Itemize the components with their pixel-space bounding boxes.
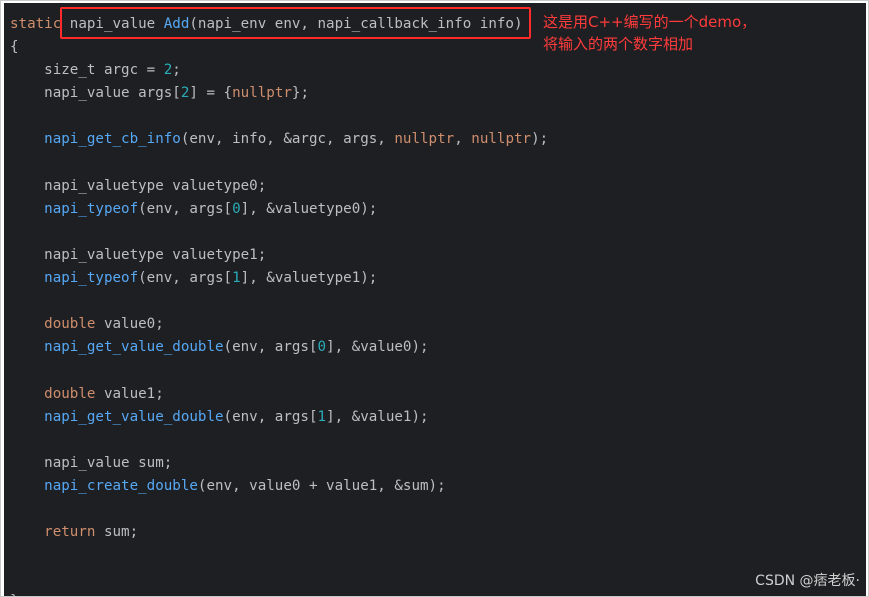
- code-token: napi_get_cb_info: [44, 131, 181, 148]
- code-line: ​: [10, 359, 548, 382]
- code-token: (env, args[: [223, 339, 318, 356]
- annotation-line-1: 这是用C++编写的一个demo，: [543, 13, 757, 31]
- code-line: ​: [10, 152, 548, 175]
- code-token: );: [531, 131, 549, 148]
- code-token: nullptr: [394, 131, 455, 148]
- code-token: napi_typeof: [44, 200, 139, 217]
- code-line: return sum;: [10, 521, 548, 544]
- csdn-watermark: CSDN @痞老板·: [755, 573, 860, 589]
- code-token: napi_create_double: [44, 477, 198, 494]
- code-token: 2: [163, 62, 173, 79]
- code-line: ​: [10, 567, 548, 590]
- code-line: {: [10, 36, 548, 59]
- code-token: }: [10, 593, 19, 596]
- code-line: ​: [10, 105, 548, 128]
- code-line: napi_value args[2] = {nullptr};: [10, 82, 548, 105]
- code-line: ​: [10, 544, 548, 567]
- code-token: sum;: [95, 524, 139, 541]
- code-editor[interactable]: static napi_value Add(napi_env env, napi…: [4, 3, 866, 596]
- code-token: (env, args[: [223, 408, 318, 425]
- code-token: double: [44, 385, 96, 402]
- code-token: value1;: [95, 385, 164, 402]
- code-token: napi_get_value_double: [44, 408, 224, 425]
- code-line: ​: [10, 221, 548, 244]
- code-block: static napi_value Add(napi_env env, napi…: [10, 13, 548, 596]
- code-token: 0: [317, 339, 327, 356]
- code-token: ], &value0);: [326, 339, 429, 356]
- code-token: nullptr: [471, 131, 532, 148]
- code-token: napi_get_value_double: [44, 339, 224, 356]
- annotation-line-2: 将输入的两个数字相加: [543, 35, 694, 53]
- code-line: napi_valuetype valuetype0;: [10, 175, 548, 198]
- code-token: (env, info, &argc, args,: [180, 131, 395, 148]
- code-line: double value1;: [10, 383, 548, 406]
- annotation-note: 这是用C++编写的一个demo， 将输入的两个数字相加: [543, 11, 793, 55]
- code-line: ​: [10, 290, 548, 313]
- code-token: 1: [232, 270, 241, 287]
- code-line: ​: [10, 429, 548, 452]
- screenshot-frame: static napi_value Add(napi_env env, napi…: [0, 0, 869, 597]
- code-line: ​: [10, 498, 548, 521]
- code-token: 1: [317, 408, 327, 425]
- code-token: nullptr: [232, 85, 292, 102]
- code-line: }: [10, 590, 548, 596]
- code-token: {: [10, 39, 19, 56]
- code-line: napi_get_cb_info(env, info, &argc, args,…: [10, 128, 548, 151]
- code-line: napi_typeof(env, args[0], &valuetype0);: [10, 198, 548, 221]
- code-token: napi_typeof: [44, 270, 139, 287]
- code-token: (env, args[: [138, 270, 233, 287]
- code-line: napi_typeof(env, args[1], &valuetype1);: [10, 267, 548, 290]
- code-line: size_t argc = 2;: [10, 59, 548, 82]
- code-token: value0;: [95, 316, 164, 333]
- code-line: napi_get_value_double(env, args[0], &val…: [10, 336, 548, 359]
- code-token: napi_valuetype valuetype1;: [10, 246, 267, 263]
- code-token: napi_value args[: [10, 85, 181, 102]
- code-token: ] = {: [189, 85, 233, 102]
- highlight-box: [60, 7, 531, 39]
- code-token: (env, value0 + value1, &sum);: [197, 477, 446, 494]
- code-token: ], &value1);: [326, 408, 429, 425]
- code-line: napi_create_double(env, value0 + value1,…: [10, 475, 548, 498]
- code-line: napi_valuetype valuetype1;: [10, 244, 548, 267]
- code-token: napi_value sum;: [10, 454, 173, 471]
- code-token: return: [44, 524, 96, 541]
- code-line: double value0;: [10, 313, 548, 336]
- code-token: size_t argc =: [10, 62, 164, 79]
- code-token: ;: [172, 62, 181, 79]
- code-token: napi_valuetype valuetype0;: [10, 177, 267, 194]
- code-token: ], &valuetype0);: [240, 200, 378, 217]
- code-token: (env, args[: [138, 200, 233, 217]
- code-line: napi_value sum;: [10, 452, 548, 475]
- code-token: double: [44, 316, 96, 333]
- code-line: napi_get_value_double(env, args[1], &val…: [10, 406, 548, 429]
- code-token: ,: [454, 131, 472, 148]
- code-token: ], &valuetype1);: [240, 270, 378, 287]
- code-token: 0: [232, 200, 241, 217]
- code-token: };: [291, 85, 309, 102]
